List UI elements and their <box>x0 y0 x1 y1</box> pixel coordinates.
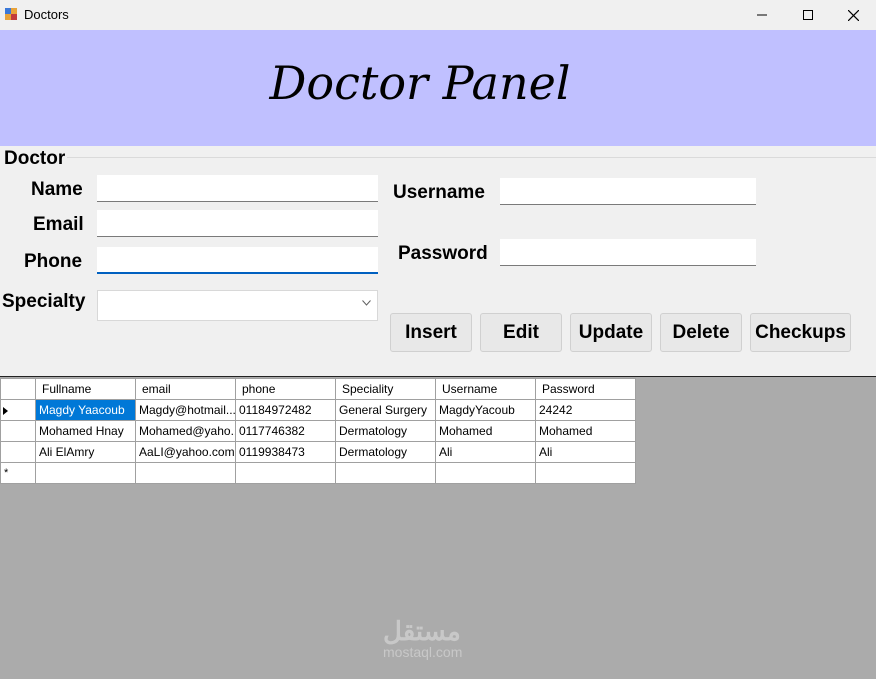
checkups-button[interactable]: Checkups <box>750 313 851 352</box>
grid-cell[interactable]: Magdy@hotmail.... <box>135 399 236 421</box>
grid-cell[interactable]: 24242 <box>535 399 636 421</box>
grid-cell[interactable]: Mohamed <box>535 420 636 442</box>
phone-label: Phone <box>24 251 83 272</box>
row-header[interactable] <box>0 441 36 463</box>
column-header-password[interactable]: Password <box>535 378 636 400</box>
grid-cell[interactable]: Magdy Yaacoub <box>35 399 136 421</box>
grid-cell[interactable]: Mohamed@yaho... <box>135 420 236 442</box>
watermark-arabic: مستقل <box>383 616 461 646</box>
column-header-fullname[interactable]: Fullname <box>35 378 136 400</box>
column-header-speciality[interactable]: Speciality <box>335 378 436 400</box>
email-input[interactable] <box>97 210 378 237</box>
watermark: مستقل mostaql.com <box>383 618 462 660</box>
edit-button[interactable]: Edit <box>480 313 562 352</box>
update-button[interactable]: Update <box>570 313 652 352</box>
column-header-username[interactable]: Username <box>435 378 536 400</box>
panel-title: Doctor Panel <box>269 56 571 110</box>
group-label: Doctor <box>4 148 68 170</box>
column-header-phone[interactable]: phone <box>235 378 336 400</box>
doctors-grid[interactable]: Fullname email phone Speciality Username… <box>0 378 636 484</box>
grid-cell[interactable]: Ali ElAmry <box>35 441 136 463</box>
title-bar: Doctors <box>0 0 876 30</box>
row-header[interactable] <box>0 420 36 442</box>
password-input[interactable] <box>500 239 756 266</box>
grid-cell[interactable]: Mohamed <box>435 420 536 442</box>
maximize-button[interactable] <box>785 0 831 30</box>
grid-cell[interactable]: Mohamed Hnay <box>35 420 136 442</box>
minimize-button[interactable] <box>739 0 785 30</box>
delete-button[interactable]: Delete <box>660 313 742 352</box>
close-button[interactable] <box>830 0 876 30</box>
table-row[interactable]: Ali ElAmry AaLI@yahoo.com 0119938473 Der… <box>0 441 636 463</box>
grid-cell[interactable]: MagdyYacoub <box>435 399 536 421</box>
row-header[interactable] <box>0 399 36 421</box>
grid-cell[interactable]: 0117746382 <box>235 420 336 442</box>
current-row-arrow-icon <box>3 407 8 415</box>
chevron-down-icon <box>362 300 371 306</box>
grid-cell[interactable]: Ali <box>435 441 536 463</box>
grid-cell[interactable] <box>135 462 236 484</box>
grid-cell[interactable]: 0119938473 <box>235 441 336 463</box>
phone-input[interactable] <box>97 247 378 274</box>
column-header-email[interactable]: email <box>135 378 236 400</box>
username-input[interactable] <box>500 178 756 205</box>
email-label: Email <box>33 214 84 235</box>
header-banner: Doctor Panel <box>0 30 876 146</box>
grid-cell[interactable]: Dermatology <box>335 420 436 442</box>
grid-cell[interactable] <box>435 462 536 484</box>
grid-cell[interactable]: AaLI@yahoo.com <box>135 441 236 463</box>
name-label: Name <box>31 179 83 200</box>
grid-cell[interactable]: Ali <box>535 441 636 463</box>
grid-cell[interactable] <box>335 462 436 484</box>
grid-cell[interactable] <box>535 462 636 484</box>
maximize-icon <box>803 10 813 20</box>
grid-cell[interactable]: General Surgery <box>335 399 436 421</box>
name-input[interactable] <box>97 175 378 202</box>
password-label: Password <box>398 243 488 264</box>
table-row[interactable]: Magdy Yaacoub Magdy@hotmail.... 01184972… <box>0 399 636 421</box>
watermark-latin: mostaql.com <box>383 644 463 660</box>
new-row[interactable]: * <box>0 462 636 484</box>
group-divider <box>66 157 876 158</box>
close-icon <box>847 9 859 21</box>
row-header-corner[interactable] <box>0 378 36 400</box>
grid-header-row: Fullname email phone Speciality Username… <box>0 378 636 400</box>
window-title: Doctors <box>24 7 69 22</box>
username-label: Username <box>393 182 485 203</box>
specialty-select[interactable] <box>97 290 378 321</box>
minimize-icon <box>757 14 767 16</box>
new-row-marker[interactable]: * <box>0 462 36 484</box>
grid-cell[interactable]: 01184972482 <box>235 399 336 421</box>
app-icon <box>5 8 17 20</box>
grid-cell[interactable] <box>35 462 136 484</box>
specialty-label: Specialty <box>2 291 86 312</box>
grid-cell[interactable] <box>235 462 336 484</box>
insert-button[interactable]: Insert <box>390 313 472 352</box>
table-row[interactable]: Mohamed Hnay Mohamed@yaho... 0117746382 … <box>0 420 636 442</box>
grid-cell[interactable]: Dermatology <box>335 441 436 463</box>
